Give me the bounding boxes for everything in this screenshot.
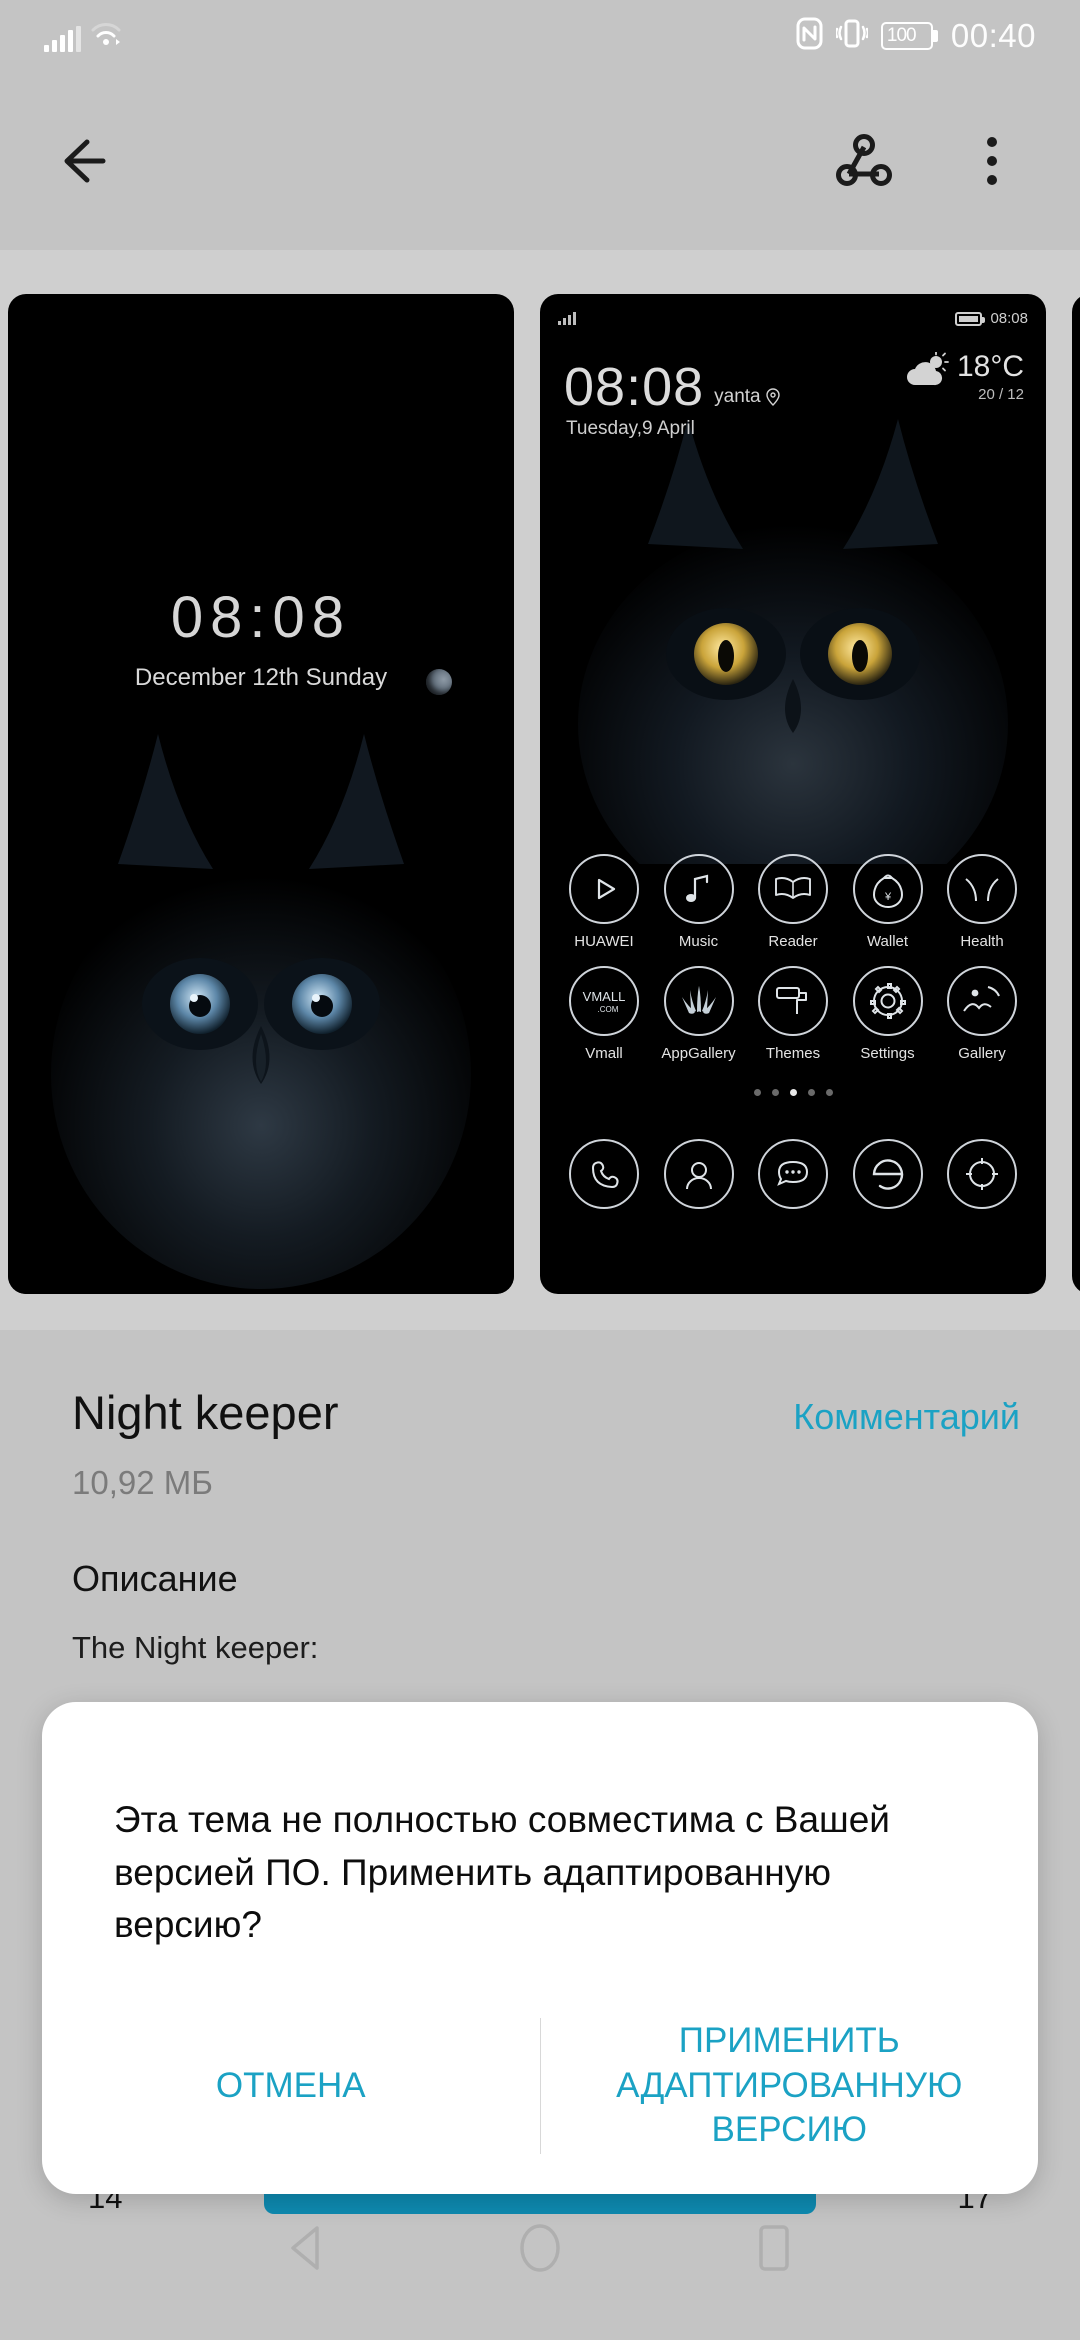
dialog-actions: ОТМЕНА ПРИМЕНИТЬ АДАПТИРОВАННУЮ ВЕРСИЮ: [42, 2018, 1038, 2154]
app-screen: 100 00:40 08:08 December 12th Sunday 08:…: [0, 0, 1080, 2340]
nav-home-circle-icon[interactable]: [517, 2222, 563, 2279]
system-navigation-bar: [0, 2160, 1080, 2340]
dialog-message: Эта тема не полностью совместима с Вашей…: [114, 1799, 890, 1946]
apply-adapted-version-button[interactable]: ПРИМЕНИТЬ АДАПТИРОВАННУЮ ВЕРСИЮ: [541, 2019, 1039, 2153]
compatibility-dialog: Эта тема не полностью совместима с Вашей…: [42, 1702, 1038, 2194]
nav-recents-square-icon[interactable]: [753, 2222, 795, 2279]
nav-back-triangle-icon[interactable]: [285, 2224, 327, 2277]
cancel-button[interactable]: ОТМЕНА: [42, 2064, 540, 2109]
